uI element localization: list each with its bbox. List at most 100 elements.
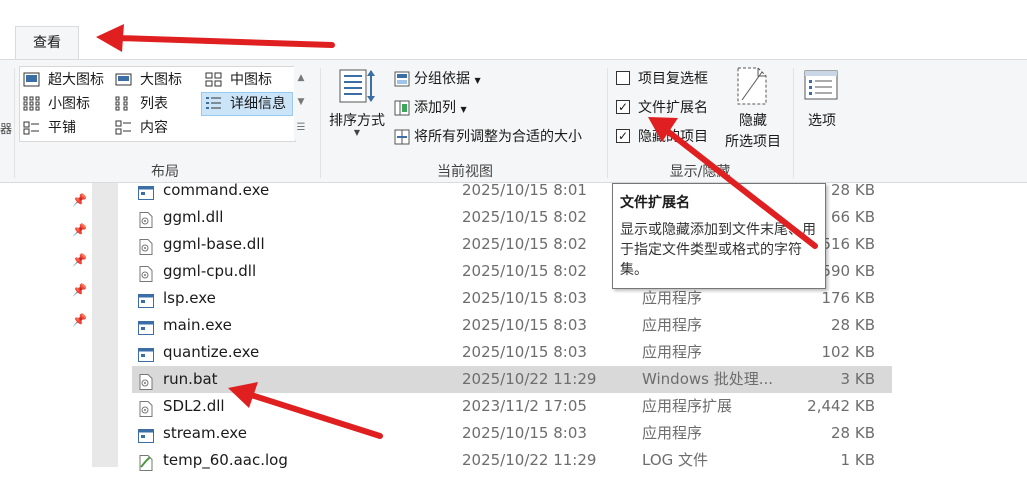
layout-item-label: 超大图标	[48, 72, 104, 88]
file-date-modified: 2025/10/15 8:03	[462, 316, 587, 334]
pin-icon[interactable]: 📌	[72, 223, 87, 237]
gallery-scroll-up-icon[interactable]: ▲	[294, 68, 308, 88]
dll-icon	[138, 237, 154, 255]
layout-list[interactable]: 列表	[112, 93, 202, 115]
file-list: command.exe 2025/10/15 8:01 28 KB ggml.dll 2…	[118, 181, 1027, 471]
file-type: 应用程序	[642, 424, 703, 442]
small-icons-icon	[23, 96, 40, 111]
file-name: stream.exe	[163, 424, 247, 442]
dll-icon	[138, 264, 154, 282]
add-columns-icon	[394, 100, 410, 116]
hide-selected-items-button[interactable]: 隐藏 所选项目	[718, 64, 788, 154]
file-type: LOG 文件	[642, 451, 709, 469]
layout-large-icons[interactable]: 大图标	[112, 69, 202, 91]
options-button[interactable]: 选项	[800, 68, 844, 148]
add-columns-button[interactable]: 添加列 ▼	[394, 97, 467, 121]
layout-content[interactable]: 内容	[112, 117, 202, 139]
group-by-label: 分组依据	[414, 71, 470, 87]
file-size: 28 KB	[831, 316, 875, 334]
file-name: run.bat	[163, 370, 218, 388]
exe-icon	[138, 426, 154, 443]
size-all-columns-label: 将所有列调整为合适的大小	[414, 129, 582, 145]
chevron-down-icon: ▼	[353, 128, 361, 137]
sort-by-icon	[339, 69, 375, 103]
gallery-scroll-down-icon[interactable]: ▼	[294, 92, 308, 112]
layout-medium-icons[interactable]: 中图标	[202, 69, 292, 91]
layout-item-label: 平铺	[48, 120, 76, 136]
layout-small-icons[interactable]: 小图标	[20, 93, 110, 115]
sort-by-button[interactable]: 排序方式 ▼	[326, 66, 388, 146]
file-date-modified: 2025/10/22 11:29	[462, 370, 597, 388]
layout-extra-large-icons[interactable]: 超大图标	[20, 69, 110, 91]
item-checkboxes-toggle[interactable]: 项目复选框	[616, 68, 708, 90]
extra-large-icons-icon	[23, 72, 40, 87]
group-separator	[607, 68, 608, 178]
file-row[interactable]: lsp.exe 2025/10/15 8:03 应用程序 176 KB	[132, 285, 892, 312]
file-row[interactable]: quantize.exe 2025/10/15 8:03 应用程序 102 KB	[132, 339, 892, 366]
pin-icon[interactable]: 📌	[72, 193, 87, 207]
options-icon	[804, 70, 838, 100]
layout-item-label: 列表	[140, 96, 168, 112]
layout-tiles[interactable]: 平铺	[20, 117, 110, 139]
layout-item-label: 小图标	[48, 96, 90, 112]
file-row[interactable]: main.exe 2025/10/15 8:03 应用程序 28 KB	[132, 312, 892, 339]
layout-item-label: 大图标	[140, 72, 182, 88]
file-date-modified: 2023/11/2 17:05	[462, 397, 587, 415]
dll-icon	[138, 210, 154, 228]
file-name: command.exe	[163, 181, 270, 199]
file-extensions-checkbox[interactable]: ✓	[616, 100, 630, 114]
file-date-modified: 2025/10/15 8:03	[462, 343, 587, 361]
options-label: 选项	[808, 113, 836, 129]
file-name: main.exe	[163, 316, 232, 334]
file-size: 3 KB	[840, 370, 875, 388]
file-row[interactable]: temp_60.aac.log 2025/10/22 11:29 LOG 文件 1 K…	[132, 447, 892, 474]
dll-icon	[138, 399, 154, 417]
pin-icon[interactable]: 📌	[72, 313, 87, 327]
exe-icon	[138, 345, 154, 362]
file-date-modified: 2025/10/15 8:02	[462, 235, 587, 253]
content-icon	[115, 120, 131, 135]
size-all-columns-button[interactable]: 将所有列调整为合适的大小	[394, 126, 582, 148]
hide-selected-label-2: 所选项目	[725, 134, 781, 150]
chevron-down-icon: ▼	[460, 105, 467, 114]
size-columns-icon	[394, 129, 410, 145]
layout-details[interactable]: 详细信息	[201, 92, 293, 116]
file-size: 516 KB	[821, 235, 875, 253]
group-by-button[interactable]: 分组依据 ▼	[394, 68, 481, 92]
details-icon	[206, 97, 221, 109]
hidden-items-toggle[interactable]: ✓ 隐藏的项目	[616, 126, 708, 148]
file-type: 应用程序	[642, 316, 703, 334]
file-type: Windows 批处理...	[642, 370, 774, 388]
item-checkboxes-checkbox[interactable]	[616, 71, 630, 85]
file-row[interactable]: SDL2.dll 2023/11/2 17:05 应用程序扩展 2,442 KB	[132, 393, 892, 420]
file-row[interactable]: stream.exe 2025/10/15 8:03 应用程序 28 KB	[132, 420, 892, 447]
file-name: lsp.exe	[163, 289, 216, 307]
layout-gallery: 超大图标 大图标 中图标 小图标 列表 详细信息 平铺 内容	[19, 66, 296, 142]
file-size: 28 KB	[831, 424, 875, 442]
tab-view[interactable]: 查看	[15, 26, 79, 60]
layout-gallery-scroll: ▲ ▼ ☰	[294, 66, 308, 140]
file-type: 应用程序	[642, 289, 703, 307]
file-date-modified: 2025/10/22 11:29	[462, 451, 597, 469]
file-size: 66 KB	[831, 208, 875, 226]
file-extensions-toggle[interactable]: ✓ 文件扩展名	[616, 97, 708, 119]
file-extensions-label: 文件扩展名	[638, 100, 708, 116]
file-name: ggml.dll	[163, 208, 224, 226]
exe-icon	[138, 183, 154, 200]
hide-selected-label-1: 隐藏	[739, 113, 767, 129]
file-size: 590 KB	[821, 262, 875, 280]
gallery-expand-icon[interactable]: ☰	[294, 118, 308, 138]
file-size: 28 KB	[831, 181, 875, 199]
group-by-icon	[394, 71, 410, 87]
layout-item-label: 内容	[140, 120, 168, 136]
group-separator	[320, 68, 321, 178]
pin-icon[interactable]: 📌	[72, 283, 87, 297]
pin-icon[interactable]: 📌	[72, 253, 87, 267]
hidden-items-checkbox[interactable]: ✓	[616, 129, 630, 143]
layout-item-label: 中图标	[230, 72, 272, 88]
sort-by-label: 排序方式	[329, 113, 385, 129]
ribbon-tab-strip: 查看	[0, 0, 1027, 60]
group-separator	[793, 68, 794, 178]
navigation-pane-scrollbar[interactable]	[92, 183, 118, 467]
file-row[interactable]: run.bat 2025/10/22 11:29 Windows 批处理... 3 K…	[132, 366, 892, 393]
